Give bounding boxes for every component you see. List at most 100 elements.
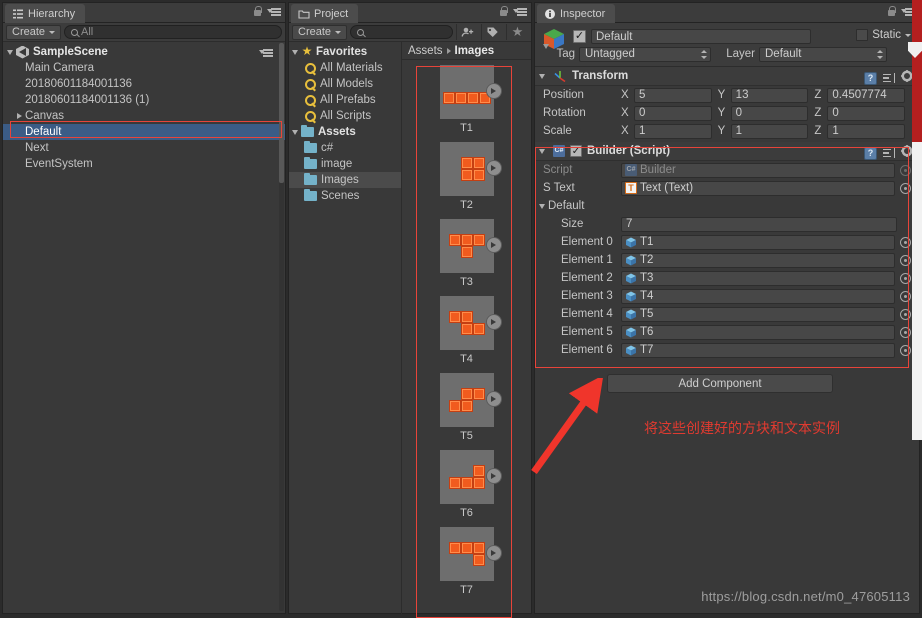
array-element-object-picker[interactable] — [900, 272, 911, 284]
asset-thumbnail-t7[interactable] — [439, 527, 502, 581]
label-icon[interactable] — [481, 24, 503, 40]
tab-project[interactable]: Project — [291, 4, 359, 23]
asset-item[interactable]: T5 — [402, 373, 531, 442]
transform-scale-z-input[interactable]: 1 — [827, 123, 906, 139]
project-tree-item-all-models[interactable]: All Models — [289, 76, 401, 92]
transform-component-header[interactable]: Transform ? — [535, 67, 919, 86]
array-element-object-field-t2[interactable]: T2 — [621, 252, 895, 268]
project-tree-item-images[interactable]: Images — [289, 172, 401, 188]
array-element-object-field-t5[interactable]: T5 — [621, 306, 895, 322]
array-element-object-picker[interactable] — [900, 326, 911, 338]
asset-item[interactable]: T6 — [402, 450, 531, 519]
project-tree-item-all-materials[interactable]: All Materials — [289, 60, 401, 76]
array-element-object-picker[interactable] — [900, 308, 911, 320]
add-component-button[interactable]: Add Component — [607, 374, 833, 393]
asset-item[interactable]: T3 — [402, 219, 531, 288]
hierarchy-item-20180601184001136-1[interactable]: 20180601184001136 (1) — [3, 92, 285, 108]
asset-thumbnail-t2[interactable] — [439, 142, 502, 196]
hierarchy-item-eventsystem[interactable]: EventSystem — [3, 156, 285, 172]
save-search-icon[interactable] — [456, 24, 478, 40]
hierarchy-menu-icon[interactable] — [267, 6, 281, 17]
hierarchy-scrollbar-thumb[interactable] — [279, 43, 284, 183]
transform-position-y-input[interactable]: 13 — [730, 87, 809, 103]
hierarchy-scene-row[interactable]: SampleScene — [3, 44, 285, 60]
lock-icon[interactable] — [253, 6, 262, 17]
project-tree-item-all-scripts[interactable]: All Scripts — [289, 108, 401, 124]
array-foldout-row[interactable]: Default — [535, 197, 919, 215]
static-checkbox[interactable] — [856, 29, 869, 41]
layer-dropdown[interactable]: Default — [759, 46, 887, 62]
hierarchy-item-canvas[interactable]: Canvas — [3, 108, 285, 124]
asset-thumbnail-t6[interactable] — [439, 450, 502, 504]
transform-scale-y-input[interactable]: 1 — [730, 123, 809, 139]
transform-scale-x-input[interactable]: 1 — [634, 123, 712, 139]
chevron-down-icon[interactable] — [539, 73, 545, 79]
array-element-object-field-t7[interactable]: T7 — [621, 342, 895, 358]
array-element-object-field-t6[interactable]: T6 — [621, 324, 895, 340]
object-name-field[interactable]: Default — [591, 29, 811, 44]
favorite-star-icon[interactable]: ★ — [506, 24, 528, 40]
chevron-down-icon[interactable] — [7, 49, 13, 55]
project-tree-item-assets[interactable]: Assets — [289, 124, 401, 140]
lock-icon[interactable] — [499, 6, 508, 17]
asset-thumbnail-t5[interactable] — [439, 373, 502, 427]
project-create-button[interactable]: Create — [292, 24, 348, 40]
array-element-object-field-t4[interactable]: T4 — [621, 288, 895, 304]
prefab-preview-badge-icon[interactable] — [485, 545, 502, 561]
builder-component-header[interactable]: C# ✓ Builder (Script) ? — [535, 142, 919, 161]
preset-icon[interactable] — [883, 147, 895, 159]
tag-dropdown[interactable]: Untagged — [579, 46, 711, 62]
array-element-object-picker[interactable] — [900, 344, 911, 356]
hierarchy-item-20180601184001136[interactable]: 20180601184001136 — [3, 76, 285, 92]
hierarchy-create-button[interactable]: Create — [6, 24, 62, 40]
project-tree-item-c[interactable]: c# — [289, 140, 401, 156]
chevron-right-icon[interactable] — [17, 113, 22, 119]
static-toggle[interactable]: Static — [856, 29, 911, 41]
prefab-preview-badge-icon[interactable] — [485, 83, 502, 99]
prefab-preview-badge-icon[interactable] — [485, 160, 502, 176]
hierarchy-item-next[interactable]: Next — [3, 140, 285, 156]
chevron-down-icon[interactable] — [905, 33, 911, 37]
array-element-object-picker[interactable] — [900, 254, 911, 266]
tab-inspector[interactable]: Inspector — [537, 4, 616, 23]
transform-position-x-input[interactable]: 5 — [634, 87, 712, 103]
hierarchy-item-main-camera[interactable]: Main Camera — [3, 60, 285, 76]
transform-rotation-z-input[interactable]: 0 — [827, 105, 906, 121]
array-element-object-field-t1[interactable]: T1 — [621, 234, 895, 250]
chevron-down-icon[interactable] — [292, 129, 298, 135]
array-size-input[interactable]: 7 — [621, 216, 897, 232]
lock-icon[interactable] — [887, 6, 896, 17]
array-element-object-picker[interactable] — [900, 236, 911, 248]
prefab-preview-badge-icon[interactable] — [485, 237, 502, 253]
scene-menu-icon[interactable] — [259, 47, 273, 58]
transform-rotation-x-input[interactable]: 0 — [634, 105, 712, 121]
project-search-input[interactable] — [350, 25, 453, 39]
breadcrumb-root[interactable]: Assets — [408, 45, 443, 57]
builder-enabled-checkbox[interactable]: ✓ — [570, 145, 582, 157]
asset-item[interactable]: T2 — [402, 142, 531, 211]
chevron-down-icon[interactable] — [539, 203, 545, 209]
asset-item[interactable]: T1 — [402, 65, 531, 134]
asset-item[interactable]: T7 — [402, 527, 531, 596]
array-element-object-field-t3[interactable]: T3 — [621, 270, 895, 286]
chevron-down-icon[interactable] — [539, 148, 545, 154]
asset-thumbnail-t3[interactable] — [439, 219, 502, 273]
stext-object-picker[interactable] — [900, 182, 911, 194]
transform-position-z-input[interactable]: 0.4507774 — [827, 87, 906, 103]
asset-thumbnail-t1[interactable] — [439, 65, 502, 119]
project-tree-item-image[interactable]: image — [289, 156, 401, 172]
project-tree-item-scenes[interactable]: Scenes — [289, 188, 401, 204]
chevron-down-icon[interactable] — [292, 49, 298, 55]
array-element-object-picker[interactable] — [900, 290, 911, 302]
project-tree-item-favorites[interactable]: ★ Favorites — [289, 44, 401, 60]
asset-thumbnail-t4[interactable] — [439, 296, 502, 350]
tab-hierarchy[interactable]: Hierarchy — [5, 4, 86, 23]
help-icon[interactable]: ? — [864, 71, 877, 85]
asset-item[interactable]: T4 — [402, 296, 531, 365]
object-enabled-checkbox[interactable]: ✓ — [573, 30, 586, 43]
prefab-preview-badge-icon[interactable] — [485, 468, 502, 484]
prefab-preview-badge-icon[interactable] — [485, 314, 502, 330]
transform-rotation-y-input[interactable]: 0 — [730, 105, 809, 121]
prefab-preview-badge-icon[interactable] — [485, 391, 502, 407]
hierarchy-scrollbar[interactable] — [279, 43, 284, 611]
